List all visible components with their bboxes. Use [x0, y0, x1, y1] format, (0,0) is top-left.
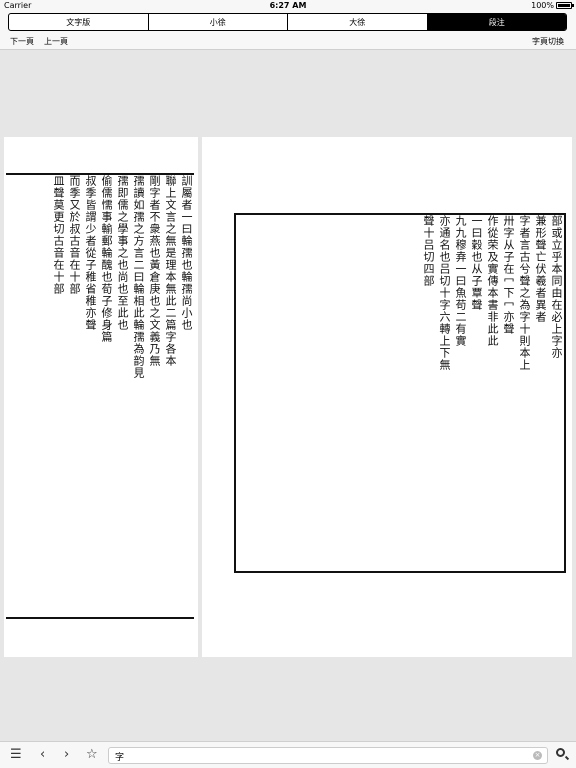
battery-percent: 100% — [531, 1, 554, 10]
text-column: 皿聲莫更切古音在十部 — [52, 175, 65, 295]
text-column: 偷儒懦事輸郵輪醜也荀子修身篇 — [100, 175, 113, 343]
bottom-toolbar: ☰ ‹ › ☆ 字 × — [0, 741, 576, 768]
text-column: 聯上文言之無是理本無此二篇字各本 — [164, 175, 177, 367]
text-column: 兼形聲亡伏羲者異者 — [534, 215, 547, 323]
right-page-text: 部或立乎本同由在必上字亦 兼形聲亡伏羲者異者 字者言古兮聲之為字十則本上 卅字从子在冖… — [234, 213, 566, 573]
chevron-right-icon[interactable]: › — [64, 748, 69, 762]
text-column: 聲十吕切四部 — [422, 215, 435, 287]
menu-icon[interactable]: ☰ — [10, 748, 22, 762]
text-column: 孺即儒之學事之也尚也至此也 — [116, 175, 129, 331]
page-navigation: 下一頁 上一頁 — [10, 36, 68, 47]
text-column: 孺讀如孺之方言二曰輪相此輪孺為韵見 — [132, 175, 145, 379]
text-column: 九九穆弆一曰魚苟二有實 — [454, 215, 467, 347]
text-column: 一曰穀也从子覃聲 — [470, 215, 483, 311]
text-column: 而季又於叔古音在十部 — [68, 175, 81, 295]
clock: 6:27 AM — [269, 1, 307, 10]
tab-text-edition[interactable]: 文字版 — [9, 14, 149, 30]
left-page-scan: 訓屬者一曰輪孺也輪孺尚小也 聯上文言之無是理本無此二篇字各本 剛字者不衆燕也黃倉庚也… — [4, 137, 198, 657]
star-icon[interactable]: ☆ — [86, 748, 98, 762]
text-column: 字者言古兮聲之為字十則本上 — [518, 215, 531, 371]
text-column: 訓屬者一曰輪孺也輪孺尚小也 — [180, 175, 193, 331]
tab-da-xu[interactable]: 大徐 — [288, 14, 428, 30]
text-column: 剛字者不衆燕也黃倉庚也之文義乃無 — [148, 175, 161, 367]
search-field[interactable]: 字 × — [108, 747, 548, 764]
clear-icon[interactable]: × — [533, 751, 542, 760]
tab-xiao-xu[interactable]: 小徐 — [149, 14, 288, 30]
text-column: 作從荣及實傳本書非此此 — [486, 215, 499, 347]
text-column: 部或立乎本同由在必上字亦 — [550, 215, 563, 359]
tab-duan-zhu[interactable]: 段注 — [427, 14, 566, 30]
next-page-link[interactable]: 上一頁 — [44, 36, 68, 47]
battery-icon — [556, 2, 574, 9]
text-column: 亦通名也吕切十字六轉上下無 — [438, 215, 451, 371]
search-input[interactable]: 字 — [115, 753, 124, 763]
navigation-bar: 文字版 小徐 大徐 段注 下一頁 上一頁 字頁切換 — [0, 12, 576, 50]
status-bar: Carrier 6:27 AM 100% — [0, 0, 576, 12]
page-switch-link[interactable]: 字頁切換 — [532, 36, 564, 47]
edition-segmented-control: 文字版 小徐 大徐 段注 — [8, 13, 567, 31]
text-column: 卅字从子在冖下冖亦聲 — [502, 215, 515, 335]
prev-page-link[interactable]: 下一頁 — [10, 36, 34, 47]
text-column: 叔季皆謂少者從子稚省稚亦聲 — [84, 175, 97, 331]
chevron-left-icon[interactable]: ‹ — [40, 748, 45, 762]
right-page-scan: 部或立乎本同由在必上字亦 兼形聲亡伏羲者異者 字者言古兮聲之為字十則本上 卅字从子在冖… — [202, 137, 572, 657]
page-viewer[interactable]: 訓屬者一曰輪孺也輪孺尚小也 聯上文言之無是理本無此二篇字各本 剛字者不衆燕也黃倉庚也… — [0, 51, 576, 741]
battery-indicator: 100% — [531, 1, 574, 10]
left-page-text: 訓屬者一曰輪孺也輪孺尚小也 聯上文言之無是理本無此二篇字各本 剛字者不衆燕也黃倉庚也… — [6, 173, 194, 619]
search-icon[interactable] — [556, 748, 565, 757]
